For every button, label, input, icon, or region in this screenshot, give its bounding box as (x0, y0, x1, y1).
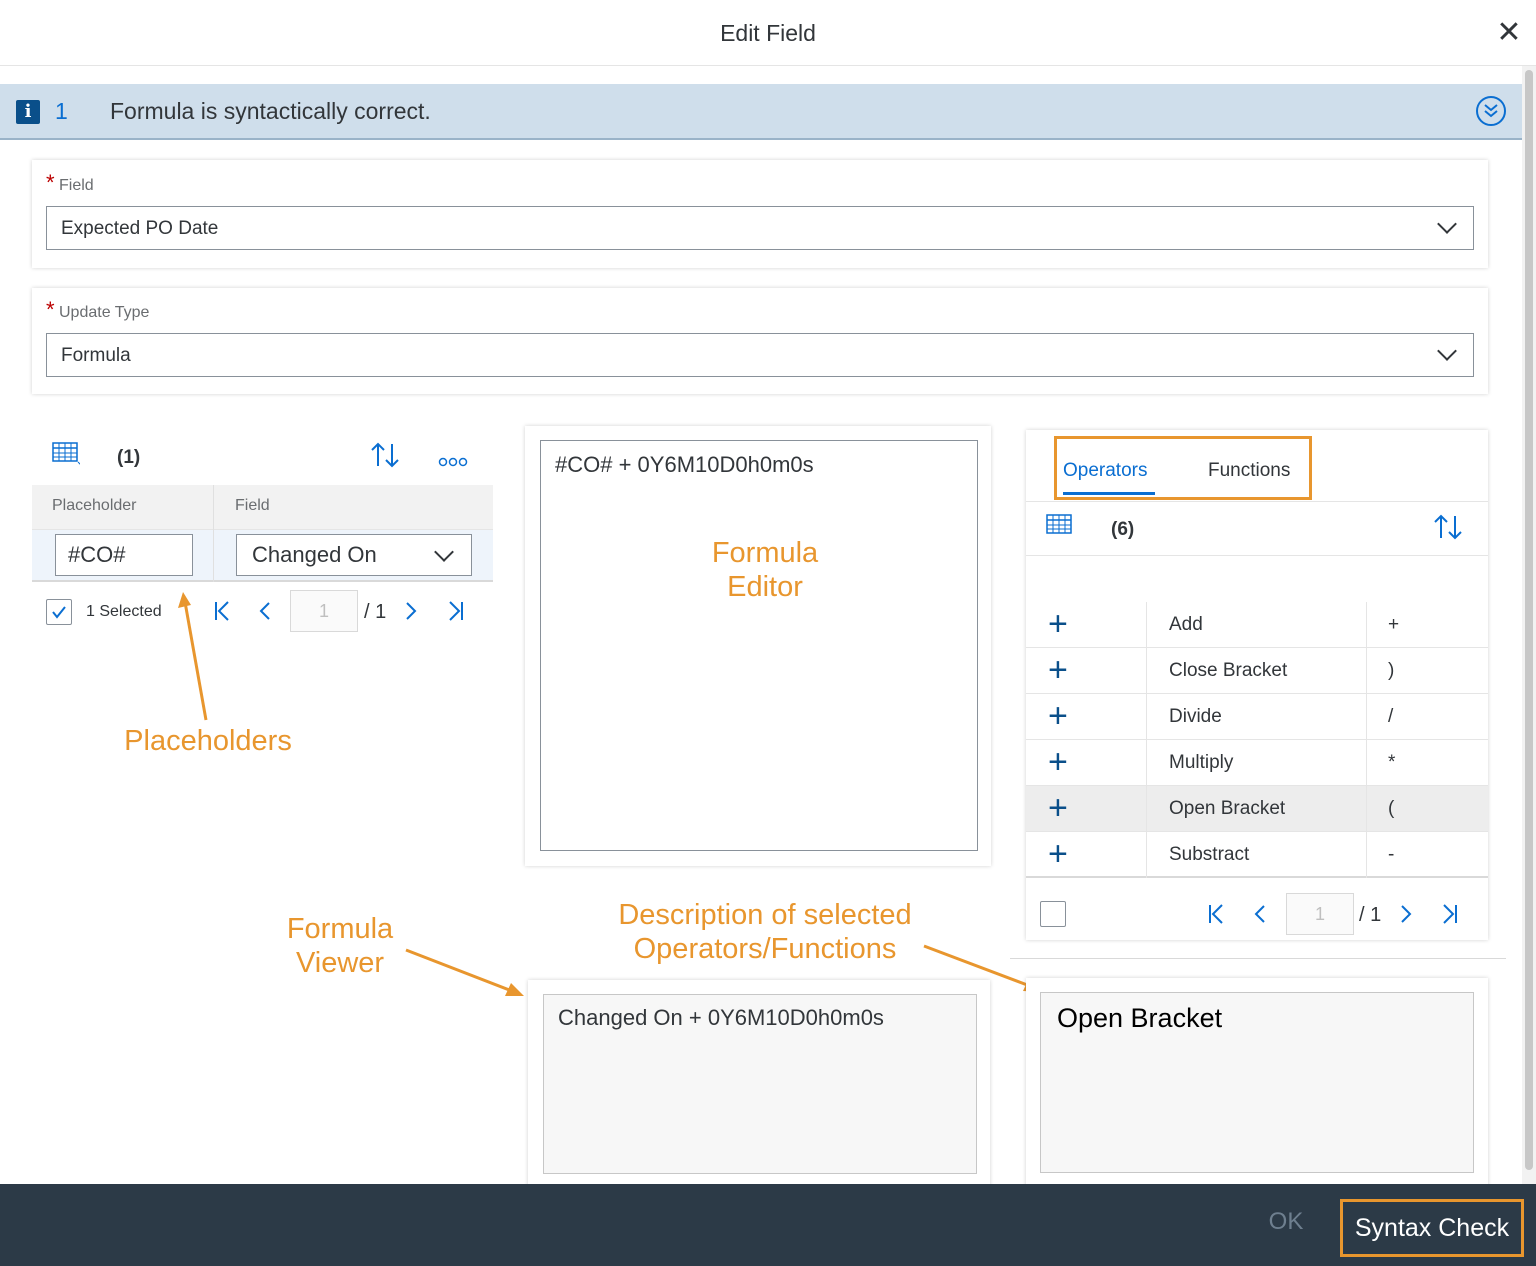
operator-name: Close Bracket (1169, 660, 1288, 681)
description-text: Open Bracket (1057, 1003, 1223, 1033)
chevron-down-icon (1437, 341, 1457, 361)
first-page-icon[interactable] (1206, 901, 1226, 933)
previous-page-icon[interactable] (1251, 901, 1267, 933)
last-page-icon[interactable] (1440, 901, 1460, 933)
operator-name: Substract (1169, 844, 1250, 865)
operator-symbol: - (1388, 844, 1395, 865)
syntax-check-button[interactable]: Syntax Check (1340, 1199, 1524, 1257)
select-all-checkbox[interactable] (46, 599, 72, 625)
annotation-placeholders: Placeholders (124, 725, 292, 757)
add-icon[interactable]: + (1048, 837, 1068, 871)
add-icon[interactable]: + (1048, 791, 1068, 825)
placeholder-field-value: Changed On (252, 542, 377, 567)
close-icon[interactable]: ✕ (1494, 17, 1524, 49)
table-row-selected[interactable]: + Open Bracket ( (1026, 786, 1488, 832)
sort-icon[interactable] (368, 440, 402, 475)
description-textarea: Open Bracket (1040, 992, 1474, 1173)
tab-operators-underline (1063, 492, 1155, 495)
placeholder-input[interactable]: #CO# (55, 534, 193, 576)
tab-operators[interactable]: Operators (1063, 460, 1147, 482)
operator-name: Add (1169, 614, 1203, 635)
column-header-placeholder[interactable]: Placeholder (52, 497, 137, 515)
annotation-formula-editor: Formula Editor (711, 537, 819, 603)
required-marker: * (46, 297, 55, 322)
message-text: Formula is syntactically correct. (110, 98, 431, 124)
column-header-field[interactable]: Field (235, 497, 270, 515)
section-divider (1010, 958, 1506, 959)
formula-viewer-text: Changed On + 0Y6M10D0h0m0s (558, 1005, 884, 1030)
checkmark-icon (52, 606, 66, 619)
table-settings-icon[interactable] (52, 440, 83, 471)
table-settings-icon[interactable] (1046, 512, 1074, 543)
table-row[interactable]: + Divide / (1026, 694, 1488, 740)
tab-divider (1026, 501, 1488, 502)
table-row[interactable]: + Substract - (1026, 832, 1488, 878)
operator-name: Multiply (1169, 752, 1234, 773)
update-type-select[interactable]: Formula (46, 333, 1474, 377)
message-count[interactable]: 1 (55, 98, 68, 125)
operator-symbol: / (1388, 706, 1394, 727)
annotation-arrow (405, 948, 524, 996)
operators-count: (6) (1111, 519, 1135, 540)
page-input[interactable]: 1 (1286, 893, 1354, 935)
toolbar-divider (1026, 555, 1488, 556)
tab-functions[interactable]: Functions (1208, 460, 1290, 482)
chevron-down-icon (1437, 214, 1457, 234)
scrollbar-thumb[interactable] (1525, 70, 1533, 1170)
chevron-down-icon (434, 542, 454, 562)
column-divider (213, 530, 214, 582)
required-marker: * (46, 170, 55, 195)
table-row[interactable]: + Close Bracket ) (1026, 648, 1488, 694)
column-divider (213, 485, 214, 530)
formula-viewer-textarea: Changed On + 0Y6M10D0h0m0s (543, 994, 977, 1174)
add-icon[interactable]: + (1048, 699, 1068, 733)
operator-symbol: + (1388, 614, 1400, 635)
operator-symbol: ) (1388, 660, 1395, 681)
field-value: Expected PO Date (61, 218, 219, 239)
dialog-title: Edit Field (720, 20, 816, 46)
placeholder-count: (1) (117, 447, 141, 468)
update-type-label: Update Type (59, 304, 150, 321)
formula-editor-text: #CO# + 0Y6M10D0h0m0s (555, 452, 814, 477)
page-total: / 1 (364, 601, 387, 623)
select-all-checkbox[interactable] (1040, 901, 1066, 927)
page-total: / 1 (1359, 904, 1382, 926)
operator-name: Divide (1169, 706, 1222, 727)
last-page-icon[interactable] (446, 598, 466, 630)
page-input[interactable]: 1 (290, 590, 358, 632)
update-type-value: Formula (61, 345, 131, 366)
add-icon[interactable]: + (1048, 653, 1068, 687)
selected-count: 1 Selected (86, 603, 162, 620)
info-icon: i (16, 100, 40, 124)
operator-symbol: * (1388, 752, 1396, 773)
next-page-icon[interactable] (1399, 901, 1415, 933)
table-row[interactable]: + Add + (1026, 602, 1488, 648)
table-row[interactable]: + Multiply * (1026, 740, 1488, 786)
chevron-double-down-icon[interactable] (1476, 96, 1506, 126)
placeholder-field-select[interactable]: Changed On (236, 534, 472, 576)
formula-editor-textarea[interactable]: #CO# + 0Y6M10D0h0m0s (540, 440, 978, 851)
previous-page-icon[interactable] (256, 598, 272, 630)
operator-symbol: ( (1388, 798, 1395, 819)
add-icon[interactable]: + (1048, 607, 1068, 641)
operator-name: Open Bracket (1169, 798, 1286, 819)
field-select[interactable]: Expected PO Date (46, 206, 1474, 250)
annotation-arrow (178, 592, 208, 721)
add-icon[interactable]: + (1048, 745, 1068, 779)
field-label: Field (59, 177, 94, 194)
annotation-description: Description of selected Operators/Functi… (618, 899, 912, 965)
sort-icon[interactable] (1431, 512, 1465, 547)
more-icon[interactable] (438, 450, 470, 475)
ok-button[interactable]: OK (1256, 1208, 1316, 1236)
next-page-icon[interactable] (404, 598, 420, 630)
